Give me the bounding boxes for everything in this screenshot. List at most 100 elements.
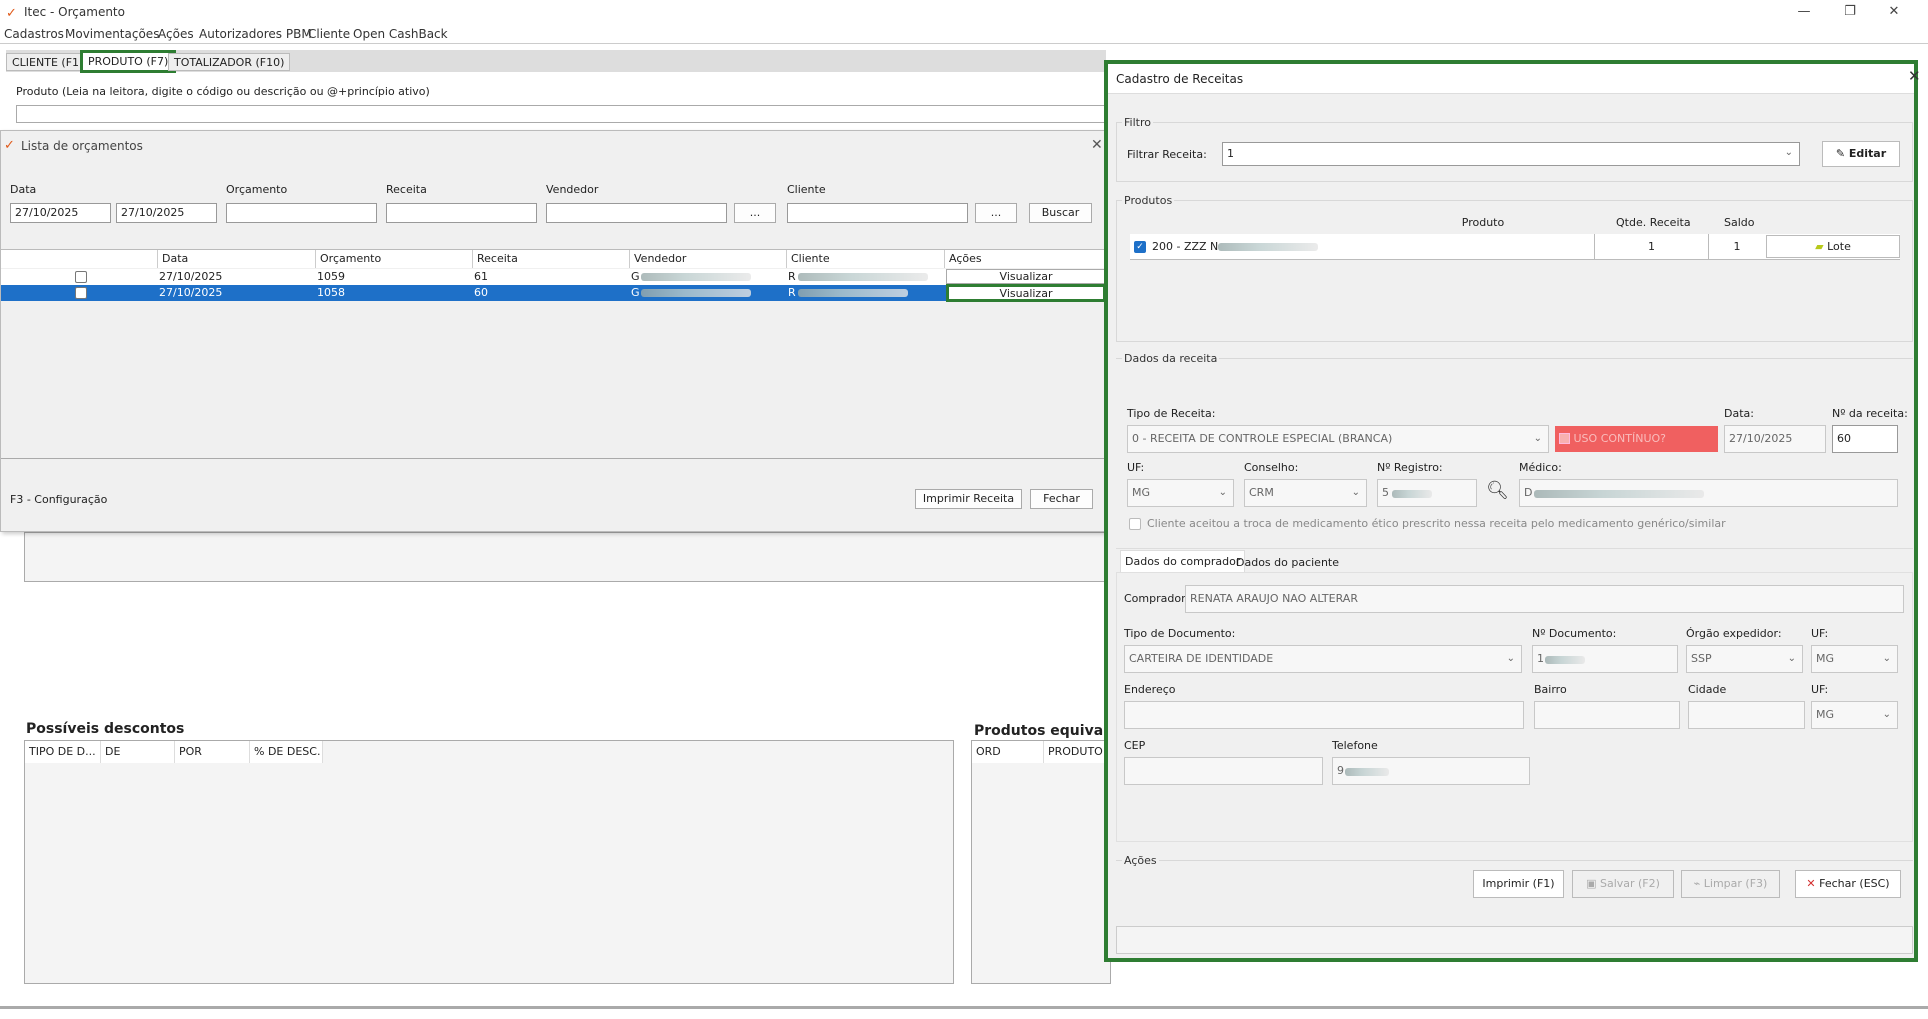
data-inicio-input[interactable]: 27/10/2025 — [10, 203, 111, 223]
receita-label: Receita — [386, 183, 427, 196]
tab-cliente[interactable]: CLIENTE (F1) — [6, 53, 90, 71]
edit-icon: ✎ — [1835, 147, 1846, 160]
menu-movimentacoes[interactable]: Movimentações — [65, 27, 159, 41]
redacted-registro — [1392, 490, 1432, 498]
tab-totalizador[interactable]: TOTALIZADOR (F10) — [168, 53, 291, 71]
redacted-medico — [1534, 490, 1704, 498]
tipo-receita-value: 0 - RECEITA DE CONTROLE ESPECIAL (BRANCA… — [1132, 432, 1393, 445]
tipo-documento-select[interactable]: CARTEIRA DE IDENTIDADE ⌄ — [1124, 645, 1522, 673]
redacted-produto — [1218, 243, 1318, 251]
table-row[interactable]: 27/10/2025 1059 61 G R Visualizar — [1, 269, 1109, 285]
bairro-input[interactable] — [1534, 701, 1680, 729]
endereco-label: Endereço — [1124, 683, 1176, 696]
num-documento-label: Nº Documento: — [1532, 627, 1617, 640]
telefone-input[interactable]: 9 — [1332, 757, 1530, 785]
data-fim-input[interactable]: 27/10/2025 — [116, 203, 217, 223]
medico-input[interactable]: D — [1519, 479, 1898, 507]
comprador-input[interactable]: RENATA ARAUJO NAO ALTERAR — [1185, 585, 1904, 613]
produto-checkbox[interactable]: ✓ — [1134, 241, 1146, 253]
grid-header-cliente: Cliente — [786, 250, 944, 268]
generico-checkbox[interactable] — [1129, 518, 1141, 530]
config-hint: F3 - Configuração — [10, 493, 108, 506]
visualizar-button[interactable]: Visualizar — [946, 269, 1106, 284]
chevron-down-icon: ⌄ — [1882, 709, 1891, 720]
tab-dados-paciente[interactable]: Dados do paciente — [1232, 553, 1343, 572]
limpar-label: Limpar (F3) — [1703, 877, 1768, 890]
orgao-select[interactable]: SSP ⌄ — [1686, 645, 1803, 673]
produtos-col-qtde: Qtde. Receita — [1616, 216, 1691, 229]
descontos-col-de: DE — [101, 741, 175, 763]
menu-acoes[interactable]: Ações — [158, 27, 194, 41]
tab-produto[interactable]: PRODUTO (F7) — [80, 50, 177, 73]
chevron-down-icon: ⌄ — [1506, 653, 1515, 664]
close-window-icon[interactable]: ✕ — [1882, 2, 1906, 22]
equivalentes-title: Produtos equivaler — [974, 723, 1125, 739]
generico-checkbox-row[interactable]: Cliente aceitou a troca de medicamento é… — [1127, 516, 1907, 532]
search-icon[interactable]: 🔍︎ — [1486, 480, 1509, 501]
fechar-button[interactable]: ✕ Fechar (ESC) — [1795, 870, 1901, 898]
numero-receita-input[interactable]: 60 — [1832, 425, 1898, 453]
uf-receita-value: MG — [1132, 486, 1151, 499]
editar-button[interactable]: ✎ Editar — [1822, 141, 1900, 167]
data-label: Data — [10, 183, 37, 196]
fechar-label: Fechar (ESC) — [1819, 877, 1890, 890]
restore-icon[interactable]: ❐ — [1838, 2, 1862, 22]
row-receita: 60 — [474, 286, 488, 299]
cep-input[interactable] — [1124, 757, 1323, 785]
menu-cliente[interactable]: Cliente — [308, 27, 350, 41]
uso-continuo-checkbox[interactable]: USO CONTÍNUO? — [1555, 426, 1718, 452]
conselho-select[interactable]: CRM ⌄ — [1244, 479, 1367, 507]
buscar-button[interactable]: Buscar — [1029, 203, 1092, 223]
chevron-down-icon: ⌄ — [1787, 653, 1796, 664]
row-orcamento: 1058 — [317, 286, 345, 299]
uf-comprador-select[interactable]: MG ⌄ — [1811, 645, 1898, 673]
vendedor-input[interactable] — [546, 203, 727, 223]
uf-receita-label: UF: — [1127, 461, 1145, 474]
filtrar-receita-select[interactable]: 1 ⌄ — [1222, 142, 1800, 166]
produto-row[interactable]: ✓ 200 - ZZZ N 1 1 ▰ Lote — [1130, 234, 1900, 260]
minimize-icon[interactable]: — — [1792, 2, 1816, 22]
lote-button[interactable]: ▰ Lote — [1766, 235, 1900, 258]
dialog-close-icon[interactable]: ✕ — [1908, 67, 1921, 85]
orcamento-input[interactable] — [226, 203, 377, 223]
equivalentes-table: ORD PRODUTO — [971, 740, 1112, 984]
cliente-input[interactable] — [787, 203, 968, 223]
data-receita-input[interactable]: 27/10/2025 — [1724, 425, 1826, 453]
uf-endereco-select[interactable]: MG ⌄ — [1811, 701, 1898, 729]
chevron-down-icon: ⌄ — [1351, 487, 1360, 498]
imprimir-receita-button[interactable]: Imprimir Receita — [915, 489, 1022, 509]
cadastro-receitas-dialog: Cadastro de Receitas ✕ Filtro Filtrar Re… — [1104, 60, 1921, 962]
table-row-selected[interactable]: 27/10/2025 1058 60 G R Visualizar — [1, 284, 1109, 302]
vendedor-search-button[interactable]: ... — [734, 203, 776, 223]
produtos-group-label: Produtos — [1122, 194, 1175, 207]
imprimir-button[interactable]: Imprimir (F1) — [1473, 870, 1564, 898]
row-checkbox[interactable] — [75, 271, 87, 283]
menu-autorizadores[interactable]: Autorizadores PBM — [199, 27, 312, 41]
produto-input[interactable] — [16, 105, 1106, 123]
produtos-col-produto: Produto — [1461, 216, 1505, 229]
chevron-down-icon: ⌄ — [1218, 487, 1227, 498]
menu-open-cashback[interactable]: Open CashBack — [353, 27, 448, 41]
limpar-button[interactable]: ⌁ Limpar (F3) — [1681, 870, 1780, 898]
tab-dados-comprador[interactable]: Dados do comprador — [1120, 550, 1246, 572]
uf-receita-select[interactable]: MG ⌄ — [1127, 479, 1234, 507]
menu-cadastros[interactable]: Cadastros — [4, 27, 64, 41]
visualizar-button-highlighted[interactable]: Visualizar — [946, 284, 1106, 302]
endereco-input[interactable] — [1124, 701, 1524, 729]
tipo-receita-select[interactable]: 0 - RECEITA DE CONTROLE ESPECIAL (BRANCA… — [1127, 425, 1549, 453]
row-orcamento: 1059 — [317, 270, 345, 283]
receita-input[interactable] — [386, 203, 537, 223]
row-checkbox[interactable] — [75, 287, 87, 299]
cliente-search-button[interactable]: ... — [975, 203, 1017, 223]
lista-close-icon[interactable]: ✕ — [1091, 137, 1103, 153]
descontos-title: Possíveis descontos — [26, 721, 185, 737]
lista-title: Lista de orçamentos — [21, 139, 143, 153]
cidade-input[interactable] — [1688, 701, 1805, 729]
orgao-label: Órgão expedidor: — [1686, 627, 1782, 640]
registro-input[interactable]: 5 — [1377, 479, 1477, 507]
salvar-button[interactable]: ▣ Salvar (F2) — [1572, 870, 1674, 898]
grid-header-data: Data — [157, 250, 315, 268]
fechar-lista-button[interactable]: Fechar — [1030, 489, 1093, 509]
produto-nome: 200 - ZZZ N — [1152, 240, 1219, 253]
num-documento-input[interactable]: 1 — [1532, 645, 1678, 673]
